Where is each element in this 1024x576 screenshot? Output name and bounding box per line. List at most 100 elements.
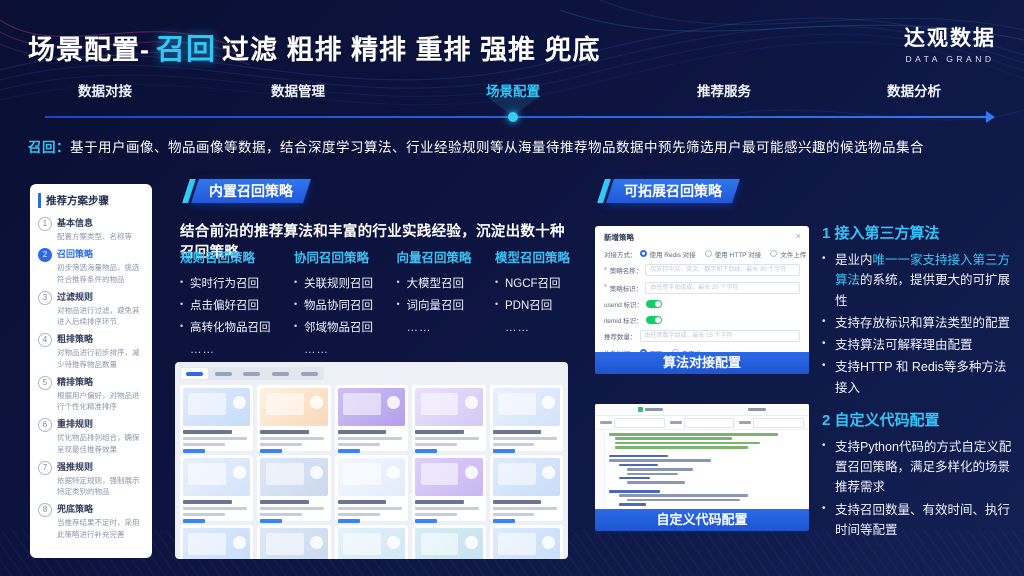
radio-http-label: 使用 HTTP 对接: [715, 249, 761, 259]
gallery-tab-4[interactable]: [267, 368, 294, 379]
category-item: •PDN召回: [495, 296, 570, 318]
brand-logo-cn: 达观数据: [904, 22, 996, 52]
strategy-card[interactable]: [180, 455, 253, 521]
step-item-重排规则[interactable]: 6重排规则优化物品排列组合，确保呈现最佳推荐效果: [38, 417, 144, 455]
bullet-dot-icon: •: [294, 296, 304, 318]
param-field[interactable]: [670, 418, 735, 428]
card-link-bar[interactable]: [415, 449, 437, 453]
step-item-精排策略[interactable]: 5精排策略根据用户偏好，对物品进行个性化精准排序: [38, 375, 144, 413]
card-link-bar[interactable]: [338, 449, 360, 453]
step-body: 重排规则优化物品排列组合，确保呈现最佳推荐效果: [57, 417, 144, 455]
param-field[interactable]: [739, 418, 804, 428]
gallery-tab-1[interactable]: [181, 368, 208, 379]
card-link-bar[interactable]: [183, 449, 205, 453]
strategy-card[interactable]: [412, 385, 485, 451]
category-items: •NGCF召回•PDN召回……: [495, 274, 570, 340]
connect-mode-label: 对接方式：: [604, 249, 637, 259]
card-desc-bar: [493, 507, 557, 510]
strategy-card[interactable]: [412, 525, 485, 559]
page-title-suffix: 过滤 粗排 精排 重排 强推 兜底: [222, 35, 601, 65]
radio-file[interactable]: [770, 250, 777, 257]
strategy-key-row: * 策略标识：: [604, 282, 800, 294]
card-link-bar[interactable]: [338, 519, 360, 523]
gallery-tab-5[interactable]: [296, 368, 323, 379]
dialog-title: 新增策略: [604, 232, 800, 243]
gallery-tab-2[interactable]: [210, 368, 237, 379]
strategy-name-input[interactable]: [645, 264, 800, 276]
code-editor-body[interactable]: [595, 430, 809, 509]
category-item: ……: [180, 340, 271, 362]
step-number: 3: [38, 291, 52, 305]
itemid-toggle[interactable]: [646, 316, 662, 324]
radio-http[interactable]: [705, 250, 712, 257]
step-number: 8: [38, 503, 52, 517]
nav-item-2[interactable]: 数据管理: [271, 80, 325, 100]
strategy-card[interactable]: [335, 525, 408, 559]
bullet-dot-icon: •: [822, 313, 835, 333]
strategy-card[interactable]: [490, 525, 563, 559]
strategy-card[interactable]: [490, 455, 563, 521]
nav-item-4[interactable]: 推荐服务: [697, 80, 751, 100]
builtin-strategy-badge: 内置召回策略: [186, 179, 307, 203]
code-line: [619, 494, 748, 497]
card-link-bar[interactable]: [415, 519, 437, 523]
code-line: [609, 433, 778, 436]
bullet-dot-icon: •: [180, 274, 190, 296]
strategy-key-input[interactable]: [645, 282, 800, 294]
close-icon[interactable]: ×: [796, 231, 801, 241]
card-link-bar[interactable]: [260, 519, 282, 523]
category-item: •点击偏好召回: [180, 296, 271, 318]
category-item-label: 点击偏好召回: [190, 296, 259, 318]
code-line: [609, 490, 660, 493]
step-title: 兜底策略: [57, 502, 144, 515]
recommend-count-input[interactable]: [640, 330, 801, 342]
strategy-card[interactable]: [180, 525, 253, 559]
step-body: 精排策略根据用户偏好，对物品进行个性化精准排序: [57, 375, 144, 413]
feature-bullet-text: 是业内唯一一家支持接入第三方算法的系统，提供更大的可扩展性: [835, 250, 1012, 311]
card-link-bar[interactable]: [183, 519, 205, 523]
category-item: •邻域物品召回: [294, 318, 373, 340]
card-illustration: [415, 528, 482, 559]
feature-section-heading: 接入第三方算法: [835, 225, 940, 242]
strategy-card[interactable]: [335, 385, 408, 451]
brand-logo: 达观数据 DATA GRAND: [904, 22, 996, 64]
strategy-category: 模型召回策略 •NGCF召回•PDN召回……: [495, 247, 570, 361]
step-item-粗排策略[interactable]: 4粗排策略对物品进行初步排序，减少待推荐物品数量: [38, 332, 144, 370]
step-item-召回策略[interactable]: 2召回策略初步筛选海量物品，挑选符合推荐条件的物品: [38, 247, 144, 285]
strategy-card[interactable]: [257, 455, 330, 521]
step-item-兜底策略[interactable]: 8兜底策略当推荐结果不足时，采用此策略进行补充完善: [38, 502, 144, 540]
radio-redis[interactable]: [640, 250, 647, 257]
feature-bullet-text: 支持存放标识和算法类型的配置: [835, 313, 1010, 333]
strategy-card[interactable]: [180, 385, 253, 451]
card-illustration: [415, 388, 482, 426]
category-item-label: 关联规则召回: [304, 274, 373, 296]
recall-definition-term: 召回：: [28, 140, 70, 155]
code-editor-tab[interactable]: [748, 408, 766, 411]
strategy-card[interactable]: [257, 525, 330, 559]
card-illustration: [415, 458, 482, 496]
card-link-bar[interactable]: [260, 449, 282, 453]
card-link-bar[interactable]: [493, 519, 515, 523]
category-item-label: 词向量召回: [406, 296, 464, 318]
code-editor-tab[interactable]: [638, 407, 663, 412]
slide-canvas: 场景配置-召回过滤 粗排 精排 重排 强推 兜底 达观数据 DATA GRAND…: [0, 0, 1024, 576]
userid-toggle[interactable]: [646, 300, 662, 308]
strategy-card[interactable]: [335, 455, 408, 521]
strategy-card[interactable]: [412, 455, 485, 521]
param-field[interactable]: [600, 418, 665, 428]
category-item-label: 邻域物品召回: [304, 318, 373, 340]
required-asterisk: *: [604, 284, 607, 291]
code-line: [615, 442, 760, 445]
card-link-bar[interactable]: [493, 449, 515, 453]
step-item-基本信息[interactable]: 1基本信息配置方案类型、名称等: [38, 216, 144, 242]
strategy-card[interactable]: [490, 385, 563, 451]
gallery-tab-3[interactable]: [239, 368, 266, 379]
nav-item-1[interactable]: 数据对接: [78, 80, 132, 100]
code-line: [627, 473, 678, 476]
nav-item-5[interactable]: 数据分析: [887, 80, 941, 100]
step-item-过滤规则[interactable]: 3过滤规则对物品进行过滤，避免其进入后续排序环节: [38, 290, 144, 328]
strategy-card[interactable]: [257, 385, 330, 451]
category-title: 模型召回策略: [495, 247, 570, 266]
step-item-强推规则[interactable]: 7强推规则依据特定规则，强制展示特定类别的物品: [38, 460, 144, 498]
card-title-bar: [183, 430, 232, 434]
